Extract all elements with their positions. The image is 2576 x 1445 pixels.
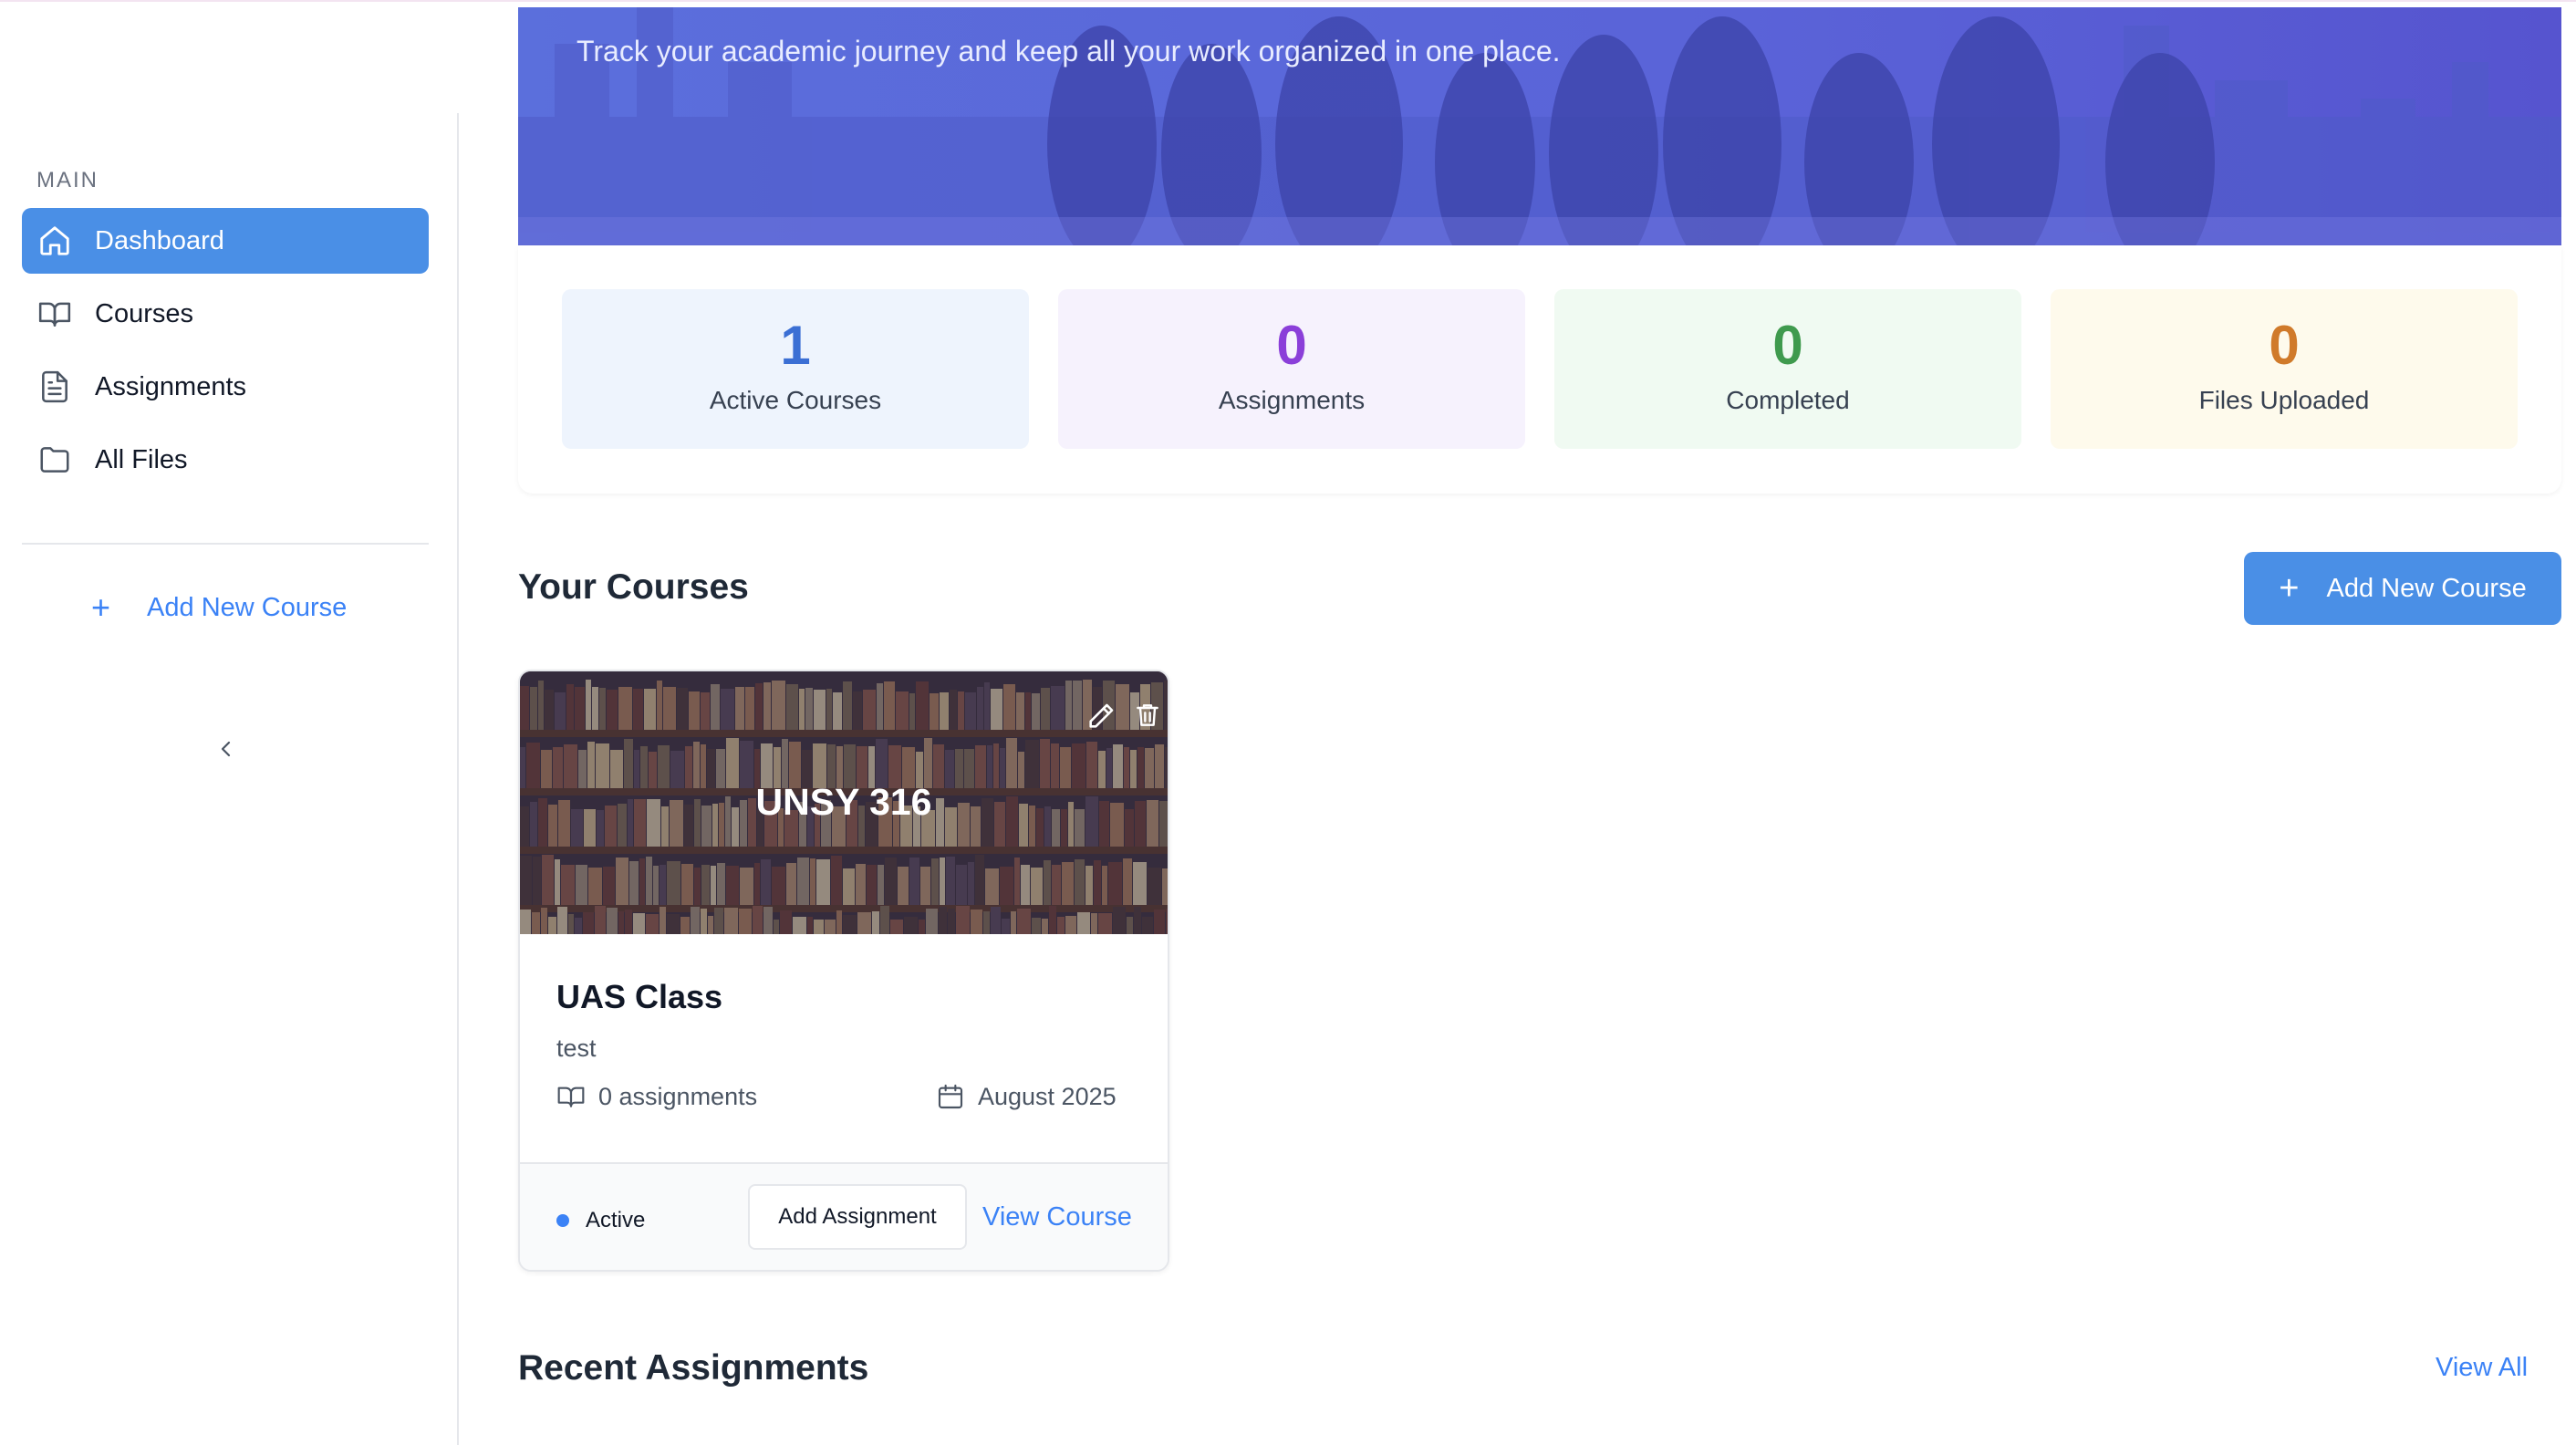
stat-value: 0: [1276, 315, 1307, 376]
app-root: MAIN Dashboard Courses Assignments All F…: [0, 0, 2576, 1445]
sidebar-item-all-files[interactable]: All Files: [22, 427, 429, 493]
home-icon: [36, 223, 73, 259]
delete-course-button[interactable]: [1133, 701, 1168, 737]
sidebar-item-courses[interactable]: Courses: [22, 281, 429, 347]
book-icon: [556, 1082, 586, 1111]
stats-panel: 1 Active Courses 0 Assignments 0 Complet…: [518, 245, 2561, 494]
top-accent-line: [0, 0, 2576, 7]
sidebar-item-label: Assignments: [95, 371, 247, 401]
plus-icon: +: [2279, 569, 2300, 608]
collapse-sidebar-button[interactable]: [210, 733, 243, 765]
sidebar: MAIN Dashboard Courses Assignments All F…: [0, 7, 459, 1445]
sidebar-divider: [22, 543, 429, 545]
status-dot: [556, 1214, 569, 1227]
sidebar-add-course-button[interactable]: + Add New Course: [91, 591, 347, 624]
sidebar-border: [457, 113, 459, 1445]
stat-card-completed: 0 Completed: [1554, 289, 2021, 449]
stat-label: Active Courses: [709, 386, 882, 414]
view-all-link[interactable]: View All: [2436, 1353, 2528, 1383]
add-new-course-label: Add New Course: [2326, 573, 2527, 603]
add-new-course-button[interactable]: + Add New Course: [2244, 552, 2561, 625]
course-date: August 2025: [936, 1082, 1117, 1111]
plus-icon: +: [91, 588, 111, 626]
stat-card-assignments: 0 Assignments: [1058, 289, 1525, 449]
course-cover-image: UNSY 316: [520, 671, 1168, 934]
course-date-text: August 2025: [978, 1082, 1117, 1110]
sidebar-section-label: MAIN: [36, 168, 99, 192]
sidebar-item-dashboard[interactable]: Dashboard: [22, 208, 429, 274]
course-code: UNSY 316: [755, 781, 932, 823]
document-icon: [36, 369, 73, 405]
stat-value: 1: [780, 315, 811, 376]
view-course-link[interactable]: View Course: [982, 1202, 1132, 1232]
course-card-footer: Active Add Assignment View Course: [520, 1162, 1168, 1270]
hero-subtitle: Track your academic journey and keep all…: [576, 35, 1561, 68]
add-assignment-button[interactable]: Add Assignment: [748, 1184, 967, 1250]
assignment-count-text: 0 assignments: [598, 1082, 758, 1110]
calendar-icon: [936, 1082, 965, 1111]
sidebar-item-assignments[interactable]: Assignments: [22, 354, 429, 420]
hero-banner: Track your academic journey and keep all…: [518, 7, 2561, 245]
course-card[interactable]: UNSY 316 UAS Class test 0 assignments Au…: [518, 670, 1169, 1272]
sidebar-item-label: All Files: [95, 444, 188, 474]
course-description: test: [556, 1034, 597, 1062]
chevron-left-icon: [221, 741, 231, 757]
trash-icon: [1137, 704, 1158, 726]
course-assignment-count: 0 assignments: [556, 1082, 757, 1111]
stat-card-active-courses: 1 Active Courses: [562, 289, 1029, 449]
folder-icon: [36, 442, 73, 478]
course-title: UAS Class: [556, 978, 723, 1015]
stat-card-files-uploaded: 0 Files Uploaded: [2051, 289, 2518, 449]
your-courses-heading: Your Courses: [518, 567, 749, 607]
edit-course-button[interactable]: [1085, 701, 1122, 737]
sidebar-item-label: Courses: [95, 298, 193, 328]
recent-assignments-heading: Recent Assignments: [518, 1348, 869, 1388]
stat-label: Assignments: [1218, 386, 1366, 414]
status-badge: Active: [556, 1208, 645, 1233]
status-text: Active: [586, 1208, 646, 1232]
pencil-icon: [1089, 703, 1114, 728]
stat-label: Completed: [1726, 386, 1850, 414]
stat-value: 0: [2269, 315, 2300, 376]
sidebar-add-course-label: Add New Course: [147, 592, 348, 622]
stat-label: Files Uploaded: [2198, 386, 2370, 414]
stat-value: 0: [1772, 315, 1803, 376]
book-icon: [36, 296, 73, 332]
sidebar-item-label: Dashboard: [95, 225, 224, 255]
